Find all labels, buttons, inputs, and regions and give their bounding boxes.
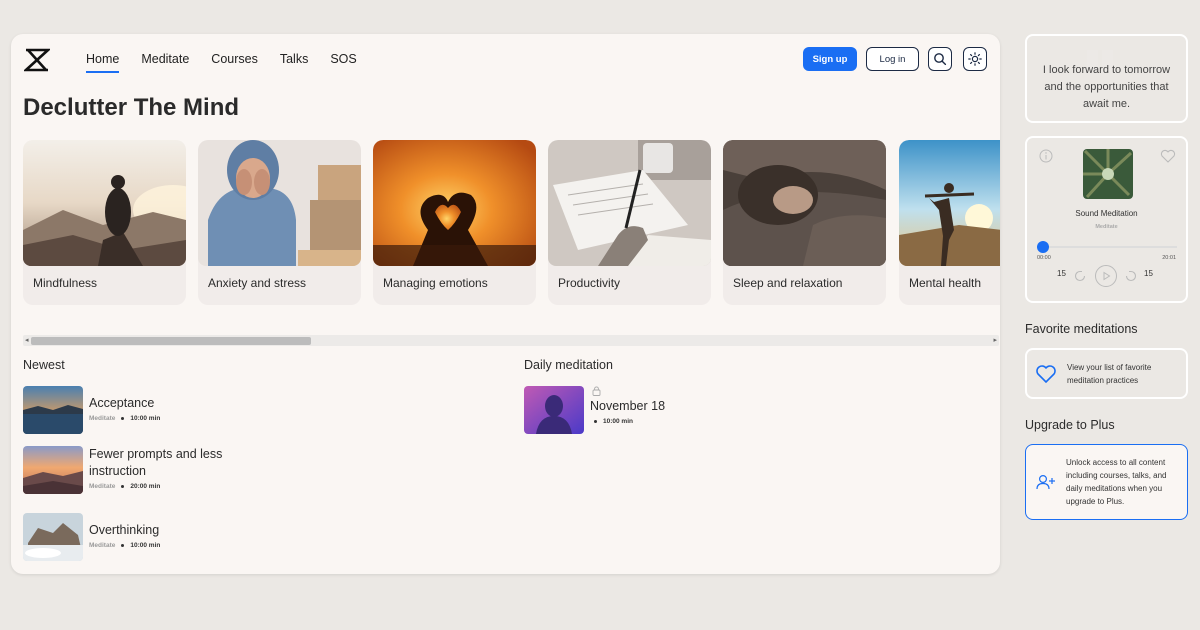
acceptance-thumbnail [23,386,83,434]
upgrade-text: Unlock access to all content including c… [1066,458,1167,506]
nav-courses[interactable]: Courses [211,52,258,70]
hourglass-logo-icon[interactable] [24,48,50,72]
info-icon[interactable] [1039,149,1053,163]
mindfulness-image [23,140,186,266]
category-card-anxiety[interactable]: Anxiety and stress [198,140,361,305]
mental-health-image [899,140,1000,266]
skip-back-label: 15 [1057,269,1066,278]
lock-icon [592,386,601,396]
category-card-productivity[interactable]: Productivity [548,140,711,305]
signup-button[interactable]: Sign up [803,47,857,71]
category-card-sleep[interactable]: Sleep and relaxation [723,140,886,305]
progress-knob[interactable] [1037,241,1049,253]
quote-text: I look forward to tomorrow and the oppor… [1042,64,1171,110]
overthinking-thumbnail [23,513,83,561]
category-card-emotions[interactable]: Managing emotions [373,140,536,305]
skip-forward-label: 15 [1144,269,1153,278]
category-card-mental-health[interactable]: Mental health [899,140,1000,305]
sleep-image [723,140,886,266]
page-title: Declutter The Mind [23,94,240,121]
main-nav: Home Meditate Courses Talks SOS [86,52,379,73]
category-label: Mindfulness [33,276,98,290]
player-artwork [1083,149,1133,199]
item-title: Acceptance [89,396,155,410]
nav-meditate[interactable]: Meditate [141,52,189,70]
item-meta: Meditate 10:00 min [89,415,160,422]
audio-player: Sound Meditation Meditate 00:00 20:01 15… [1025,136,1188,303]
list-item[interactable]: Fewer prompts and less instruction Medit… [23,446,239,494]
progress-track[interactable] [1039,246,1177,248]
item-title: Fewer prompts and less instruction [89,447,223,478]
item-meta: Meditate 10:00 min [89,542,160,549]
item-title: Overthinking [89,523,160,537]
item-duration: 10:00 min [603,418,633,425]
item-category: Meditate [89,415,116,422]
emotions-image [373,140,536,266]
sun-icon [968,52,982,66]
item-duration: 10:00 min [130,415,161,422]
upgrade-card[interactable]: Unlock access to all content including c… [1025,444,1188,520]
favorites-card[interactable]: View your list of favorite meditation pr… [1025,348,1188,399]
search-icon [934,53,947,66]
nav-home[interactable]: Home [86,52,120,73]
heart-icon[interactable] [1160,149,1176,163]
daily-item-title: November 18 [590,399,666,413]
heart-outline-icon [1036,364,1056,383]
item-category: Meditate [89,542,116,549]
main-card: Home Meditate Courses Talks SOS Sign up … [11,34,1000,574]
daily-thumbnail [524,386,584,434]
category-label: Sleep and relaxation [733,276,843,290]
skip-forward-icon[interactable] [1124,269,1138,283]
scroll-thumb[interactable] [31,337,311,345]
play-button[interactable] [1095,265,1117,287]
list-item[interactable]: Acceptance Meditate 10:00 min [23,386,160,434]
daily-title: Daily meditation [524,358,613,372]
productivity-image [548,140,711,266]
daily-meditation-item[interactable]: November 18 10:00 min [524,386,665,434]
scroll-left-icon[interactable]: ◂ [25,336,29,344]
list-item[interactable]: Overthinking Meditate 10:00 min [23,513,160,561]
category-card-mindfulness[interactable]: Mindfulness [23,140,186,305]
nav-sos[interactable]: SOS [330,52,356,70]
item-meta: 10:00 min [590,418,665,425]
player-category: Meditate [1095,224,1118,230]
anxiety-image [198,140,361,266]
fewer-prompts-thumbnail [23,446,83,494]
search-button[interactable] [928,47,952,71]
add-user-icon [1036,474,1055,490]
newest-title: Newest [23,358,65,372]
play-icon [1103,271,1111,281]
time-current: 00:00 [1037,255,1051,261]
time-total: 20:01 [1162,255,1176,261]
nav-talks[interactable]: Talks [280,52,308,70]
theme-toggle-button[interactable] [963,47,987,71]
login-button[interactable]: Log in [866,47,919,71]
item-category: Meditate [89,483,116,490]
favorites-title: Favorite meditations [1025,322,1138,336]
carousel-scrollbar[interactable]: ◂ ▸ [23,335,999,346]
category-label: Mental health [909,276,982,290]
category-label: Managing emotions [383,276,488,290]
category-label: Anxiety and stress [208,276,307,290]
item-duration: 20:00 min [130,483,161,490]
scroll-right-icon[interactable]: ▸ [993,336,997,344]
category-carousel: Mindfulness Anxiety and stress Managing … [23,140,1000,306]
favorites-text: View your list of favorite meditation pr… [1067,362,1152,385]
item-duration: 10:00 min [130,542,161,549]
player-title: Sound Meditation [1075,209,1138,218]
quote-card: I look forward to tomorrow and the oppor… [1025,34,1188,123]
item-meta: Meditate 20:00 min [89,483,239,490]
skip-back-icon[interactable] [1073,269,1087,283]
upgrade-title: Upgrade to Plus [1025,418,1115,432]
category-label: Productivity [558,276,621,290]
